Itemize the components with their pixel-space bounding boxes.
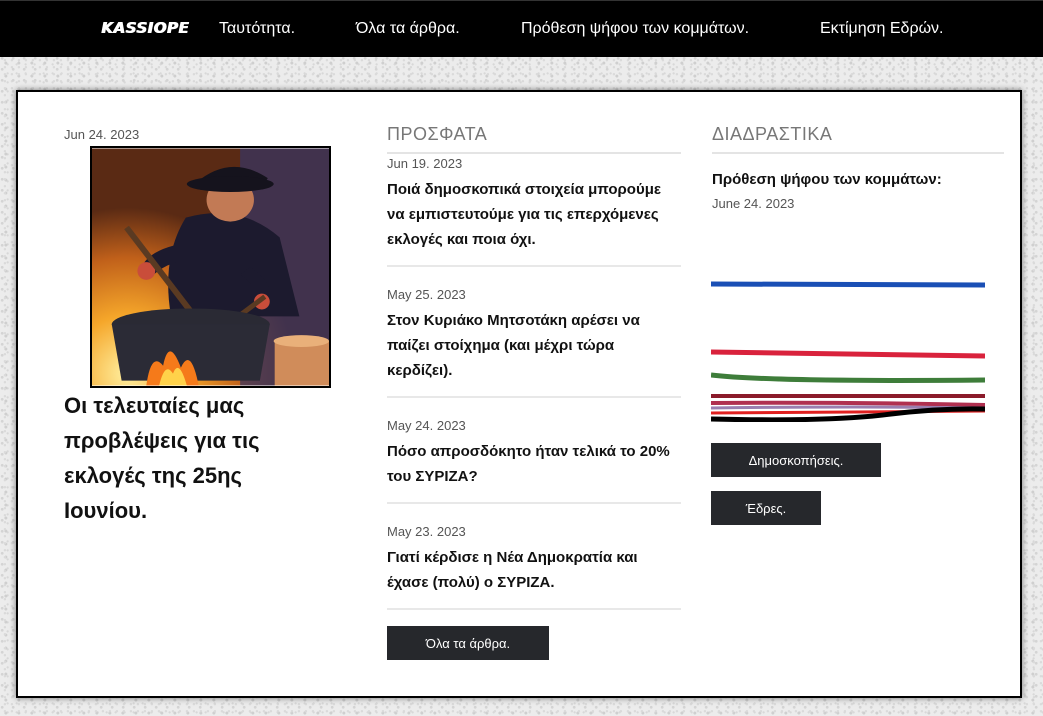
vote-intention-title[interactable]: Πρόθεση ψήφου των κομμάτων: [712, 171, 942, 188]
nav-link-vote-intention[interactable]: Πρόθεση ψήφου των κομμάτων. [521, 20, 749, 38]
list-item[interactable]: May 23. 2023 Γιατί κέρδισε η Νέα Δημοκρα… [387, 504, 681, 610]
recent-articles-list: Jun 19. 2023 Ποιά δημοσκοπικά στοιχεία μ… [387, 148, 681, 610]
article-title[interactable]: Γιατί κέρδισε η Νέα Δημοκρατία και έχασε… [387, 545, 681, 595]
trend-line-pink [711, 400, 985, 407]
top-navbar: KASSIOPE Ταυτότητα. Όλα τα άρθρα. Πρόθεσ… [0, 0, 1043, 57]
article-date: Jun 19. 2023 [387, 156, 463, 171]
article-date: May 23. 2023 [387, 524, 466, 539]
feature-article-title[interactable]: Οι τελευταίες μας προβλέψεις για τις εκλ… [64, 388, 304, 528]
site-logo[interactable]: KASSIOPE [101, 19, 189, 37]
seats-button[interactable]: Έδρες. [711, 491, 821, 525]
main-panel: Jun 24. 2023 Οι τελευταίες μας προβλέψει… [16, 90, 1022, 698]
all-articles-button[interactable]: Όλα τα άρθρα. [387, 626, 549, 660]
article-title[interactable]: Πόσο απροσδόκητο ήταν τελικά το 20% του … [387, 439, 681, 489]
nav-link-seat-estimate[interactable]: Εκτίμηση Εδρών. [820, 20, 944, 38]
nav-link-identity[interactable]: Ταυτότητα. [219, 20, 295, 38]
feature-date: Jun 24. 2023 [64, 127, 140, 142]
article-title[interactable]: Ποιά δημοσκοπικά στοιχεία μπορούμε να εμ… [387, 177, 681, 252]
article-date: May 24. 2023 [387, 418, 466, 433]
trend-line-green [711, 372, 985, 383]
list-item[interactable]: Jun 19. 2023 Ποιά δημοσκοπικά στοιχεία μ… [387, 148, 681, 267]
nav-link-all-articles[interactable]: Όλα τα άρθρα. [356, 20, 460, 38]
list-item[interactable]: May 24. 2023 Πόσο απροσδόκητο ήταν τελικ… [387, 398, 681, 504]
list-item[interactable]: May 25. 2023 Στον Κυριάκο Μητσοτάκη αρέσ… [387, 267, 681, 398]
polls-button[interactable]: Δημοσκοπήσεις. [711, 443, 881, 477]
article-title[interactable]: Στον Κυριάκο Μητσοτάκη αρέσει να παίζει … [387, 308, 681, 383]
vote-intention-date: June 24. 2023 [712, 196, 795, 211]
trend-line-blue [711, 281, 985, 288]
vote-intention-trend-chart[interactable] [711, 272, 985, 422]
interactive-heading: ΔΙΑΔΡΑΣΤΙΚΑ [712, 124, 1004, 154]
trend-line-red [711, 349, 985, 359]
cook-stirring-pot-illustration [92, 148, 329, 386]
article-date: May 25. 2023 [387, 287, 466, 302]
feature-image[interactable] [90, 146, 331, 388]
